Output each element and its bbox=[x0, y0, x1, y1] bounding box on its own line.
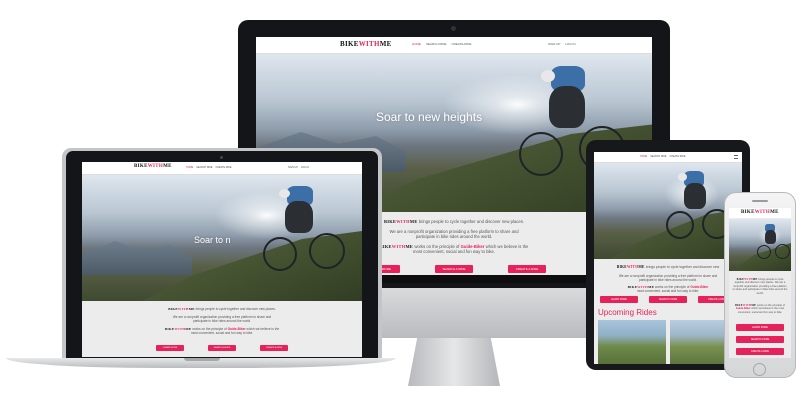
tablet-nonprofit-2: participate in bike rides around the wor… bbox=[638, 278, 698, 282]
laptop-camera-icon bbox=[220, 156, 223, 159]
tablet-learn-more-button[interactable]: LEARN MORE bbox=[600, 296, 638, 303]
laptop-search-ride-button[interactable]: SEARCH A RIDE bbox=[208, 345, 236, 351]
laptop-nonprofit-2: participate in bike rides around the wor… bbox=[192, 319, 252, 323]
laptop-nav-search[interactable]: SEARCH RIDE bbox=[196, 166, 212, 169]
laptop-intro-line: brings people to cycle together and disc… bbox=[195, 307, 276, 311]
laptop-notch bbox=[184, 358, 220, 361]
laptop-auth-links: SIGN UP LOG IN bbox=[288, 166, 309, 169]
phone-cyclist-image bbox=[755, 223, 790, 267]
signup-link[interactable]: SIGN UP bbox=[548, 42, 560, 46]
monitor-stand bbox=[408, 338, 500, 386]
laptop-hero-title: Soar to n bbox=[194, 235, 231, 245]
brand-logo[interactable]: BIKEWITHME bbox=[340, 40, 392, 48]
phone-screen: BIKEWITHME BIKEWITHME brings people to c… bbox=[729, 208, 791, 358]
laptop-create-ride-button[interactable]: CREATE A RIDE bbox=[260, 345, 288, 351]
laptop-nonprofit-text: We are a nonprofit organization providin… bbox=[82, 315, 362, 323]
auth-links: SIGN UP LOG IN bbox=[548, 42, 576, 46]
laptop-principle-text: BIKEWITHME works on the principle of Gui… bbox=[82, 327, 362, 335]
laptop-hero-image: Soar to n bbox=[82, 175, 362, 301]
brand-text-me: ME bbox=[379, 40, 392, 48]
create-ride-button[interactable]: CREATE A RIDE bbox=[508, 265, 546, 273]
ride-card-image-1[interactable] bbox=[598, 320, 666, 364]
tablet-hero-image bbox=[594, 163, 742, 259]
login-link[interactable]: LOG IN bbox=[565, 42, 575, 46]
laptop-nav-create[interactable]: CREATE RIDE bbox=[216, 166, 232, 169]
tablet-search-ride-button[interactable]: SEARCH A RIDE bbox=[649, 296, 687, 303]
laptop-screen: BIKEWITHME HOME SEARCH RIDE CREATE RIDE … bbox=[82, 162, 362, 357]
nav-home[interactable]: HOME bbox=[412, 42, 421, 46]
tablet-intro-text: BIKEWITHME brings people to cycle togeth… bbox=[616, 265, 720, 269]
tablet-screen: HOME SEARCH RIDE CREATE RIDE BIKEWITHME … bbox=[594, 152, 742, 364]
principle-post: which we believe is the bbox=[485, 244, 529, 249]
laptop-login-link[interactable]: LOG IN bbox=[301, 166, 309, 169]
camera-icon bbox=[451, 26, 456, 31]
phone-search-ride-button[interactable]: SEARCH A RIDE bbox=[736, 336, 784, 343]
tablet-header: HOME SEARCH RIDE CREATE RIDE bbox=[594, 152, 742, 163]
tablet-intro-line: brings people to cycle together and disc… bbox=[645, 265, 720, 269]
laptop-site-header: BIKEWITHME HOME SEARCH RIDE CREATE RIDE … bbox=[82, 162, 362, 175]
phone-header: BIKEWITHME bbox=[729, 208, 791, 218]
intro-line: brings people to cycle together and disc… bbox=[418, 219, 524, 224]
tablet-nav-home[interactable]: HOME bbox=[640, 155, 647, 158]
upcoming-rides-title: Upcoming Rides bbox=[598, 308, 657, 317]
phone-hero-image bbox=[729, 219, 791, 271]
laptop: BIKEWITHME HOME SEARCH RIDE CREATE RIDE … bbox=[6, 148, 396, 370]
nav-bar: HOME SEARCH RIDE CREATE RIDE bbox=[412, 42, 471, 46]
laptop-principle-2: most convenient, social and fun way to b… bbox=[190, 331, 254, 335]
laptop-cyclist-image bbox=[257, 183, 347, 283]
laptop-nav-home[interactable]: HOME bbox=[186, 166, 193, 169]
phone-brand-text: BIKE bbox=[741, 210, 755, 215]
nav-create-ride[interactable]: CREATE RIDE bbox=[452, 42, 472, 46]
phone-home-button[interactable] bbox=[753, 363, 766, 376]
principle-bold: Guide-Biker bbox=[460, 244, 485, 249]
laptop-signup-link[interactable]: SIGN UP bbox=[288, 166, 298, 169]
phone-brand-logo[interactable]: BIKEWITHME bbox=[741, 210, 779, 215]
principle-pre: works on the principle of bbox=[414, 244, 460, 249]
brand-text: BIKE bbox=[340, 40, 359, 48]
laptop-brand-me: ME bbox=[163, 164, 172, 169]
phone: BIKEWITHME BIKEWITHME brings people to c… bbox=[724, 192, 796, 378]
tablet-nav-search[interactable]: SEARCH RIDE bbox=[650, 155, 666, 158]
tablet-nonprofit-text: We are a nonprofit organization providin… bbox=[594, 274, 742, 282]
site-header: BIKEWITHME HOME SEARCH RIDE CREATE RIDE … bbox=[256, 37, 652, 54]
phone-brand-me: ME bbox=[770, 210, 779, 215]
search-ride-button[interactable]: SEARCH A RIDE bbox=[435, 265, 473, 273]
hero-title: Soar to new heights bbox=[376, 110, 483, 124]
laptop-nav-bar: HOME SEARCH RIDE CREATE RIDE bbox=[186, 166, 231, 169]
phone-learn-more-button[interactable]: LEARN MORE bbox=[736, 324, 784, 331]
laptop-learn-more-button[interactable]: LEARN MORE bbox=[156, 345, 184, 351]
phone-intro-text: BIKEWITHME brings people to cycle togeth… bbox=[732, 278, 788, 295]
tablet-menu-icon[interactable] bbox=[734, 155, 738, 159]
brand-text-with: WITH bbox=[358, 40, 380, 48]
tablet-principle-text: BIKEWITHME works on the principle of Gui… bbox=[594, 285, 742, 293]
nav-search-ride[interactable]: SEARCH RIDE bbox=[426, 42, 447, 46]
phone-create-ride-button[interactable]: CREATE A RIDE bbox=[736, 348, 784, 355]
laptop-brand-logo[interactable]: BIKEWITHME bbox=[134, 164, 172, 169]
tablet-nav-create[interactable]: CREATE RIDE bbox=[670, 155, 686, 158]
tablet-principle-2: most convenient, social and fun way to b… bbox=[636, 289, 700, 293]
laptop-intro-text: BIKEWITHME brings people to cycle togeth… bbox=[168, 307, 276, 311]
phone-brand-with: WITH bbox=[754, 210, 771, 215]
phone-speaker bbox=[752, 200, 768, 202]
phone-nonprofit-2: participate in bike rides around the wor… bbox=[747, 288, 788, 295]
phone-principle-text: BIKEWITHME works on the principle of Gui… bbox=[735, 304, 785, 314]
tablet-nav-bar: HOME SEARCH RIDE CREATE RIDE bbox=[640, 155, 685, 158]
laptop-brand-text: BIKE bbox=[134, 164, 148, 169]
laptop-brand-with: WITH bbox=[147, 164, 164, 169]
tablet-cyclist-image bbox=[662, 169, 732, 249]
